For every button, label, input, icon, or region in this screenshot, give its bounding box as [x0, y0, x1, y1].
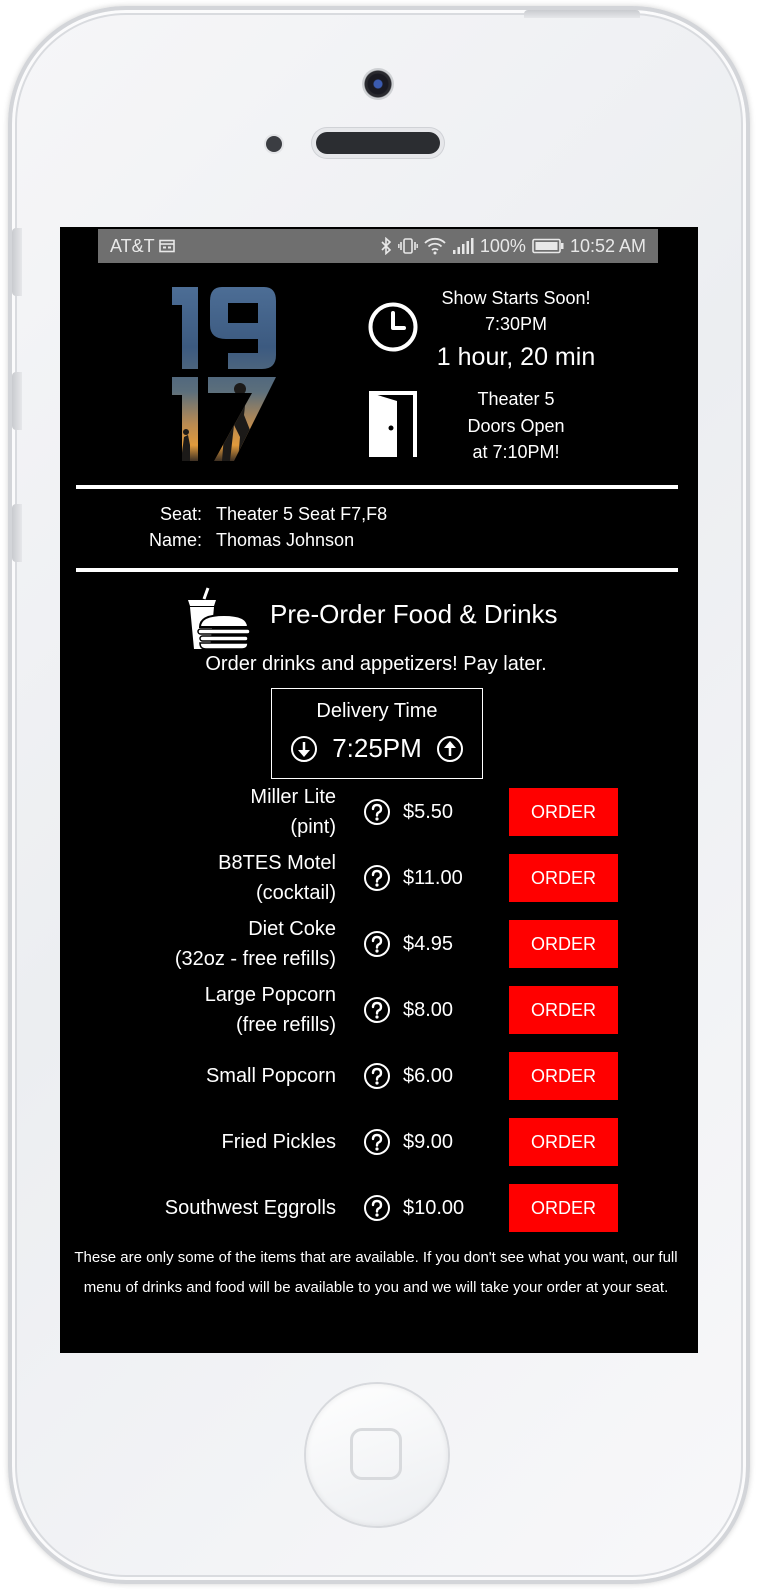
- preorder-subtitle: Order drinks and appetizers! Pay later.: [205, 653, 547, 675]
- menu-item-title: Diet Coke: [248, 918, 336, 940]
- signal-icon: [452, 238, 474, 254]
- name-value: Thomas Johnson: [216, 530, 355, 550]
- question-circle-icon[interactable]: [363, 1194, 391, 1222]
- doors-open-time: at 7:10PM!: [472, 442, 560, 462]
- show-time: 7:30PM: [484, 314, 548, 334]
- divider: [76, 568, 678, 572]
- menu-item-name: Southwest Eggrolls: [165, 1180, 336, 1236]
- menu-item-price: $6.00: [403, 1065, 454, 1087]
- show-info: Show Starts Soon! 7:30PM 1 hour, 20 min: [410, 285, 622, 375]
- order-button[interactable]: ORDER: [509, 1052, 618, 1100]
- order-button[interactable]: ORDER: [509, 920, 618, 968]
- preorder-title: Pre-Order Food & Drinks: [270, 599, 558, 629]
- menu-item-title: Fried Pickles: [221, 1131, 336, 1153]
- menu-item-price: $5.50: [403, 801, 454, 823]
- question-circle-icon[interactable]: [363, 996, 391, 1024]
- theater-number: Theater 5: [477, 389, 555, 409]
- menu-item-price: $8.00: [403, 999, 454, 1021]
- vibrate-icon: [397, 238, 418, 254]
- proximity-sensor: [266, 136, 282, 152]
- calendar-icon: [158, 239, 175, 253]
- show-status-text: Show Starts Soon!: [441, 288, 591, 308]
- earpiece-speaker: [316, 132, 440, 154]
- menu-item: Small Popcorn $6.00 ORDER: [60, 1048, 698, 1104]
- menu-item-detail: (cocktail): [255, 882, 336, 904]
- seat-row: Seat: Theater 5 Seat F7,F8: [60, 501, 387, 527]
- order-button[interactable]: ORDER: [509, 1184, 618, 1232]
- menu-item-title: Large Popcorn: [204, 984, 336, 1006]
- delivery-time-label: Delivery Time: [316, 700, 438, 722]
- carrier-label: AT&T: [110, 235, 155, 256]
- app-screen: AT&T 100% 10:52 AM Show Starts Soon! 7:3…: [60, 227, 698, 1353]
- order-button[interactable]: ORDER: [509, 788, 618, 836]
- question-circle-icon[interactable]: [363, 1062, 391, 1090]
- food-drink-icon: [188, 587, 250, 650]
- order-button[interactable]: ORDER: [509, 1118, 618, 1166]
- menu-item-name: Small Popcorn: [206, 1048, 336, 1104]
- door-icon: [369, 391, 417, 457]
- menu-item-price: $9.00: [403, 1131, 454, 1153]
- seat-value: Theater 5 Seat F7,F8: [216, 504, 388, 524]
- name-label: Name:: [148, 530, 202, 550]
- menu-item: Large Popcorn (free refills) $8.00 ORDER: [60, 982, 698, 1038]
- bluetooth-icon: [381, 237, 392, 255]
- movie-poster-image: [172, 287, 276, 461]
- arrow-up-circle-icon[interactable]: [436, 735, 464, 763]
- doors-open-label: Doors Open: [467, 415, 565, 436]
- question-circle-icon[interactable]: [363, 1128, 391, 1156]
- menu-item-name: Diet Coke (32oz - free refills): [175, 916, 336, 972]
- menu-item-name: Large Popcorn (free refills): [205, 982, 336, 1038]
- menu-item: Southwest Eggrolls $10.00 ORDER: [60, 1180, 698, 1236]
- menu-item-price: $10.00: [403, 1197, 465, 1219]
- menu-item-title: Small Popcorn: [205, 1065, 336, 1087]
- menu-item-price: $4.95: [403, 933, 454, 955]
- menu-item-title: Miller Lite: [250, 786, 336, 808]
- home-square-icon: [350, 1428, 402, 1480]
- divider: [76, 485, 678, 489]
- menu-item: Diet Coke (32oz - free refills) $4.95 ORDER: [60, 916, 698, 972]
- menu-item-detail: (32oz - free refills): [174, 948, 336, 970]
- show-countdown: 1 hour, 20 min: [436, 343, 596, 371]
- menu-item: Miller Lite (pint) $5.50 ORDER: [60, 784, 698, 840]
- order-button[interactable]: ORDER: [509, 986, 618, 1034]
- question-circle-icon[interactable]: [363, 798, 391, 826]
- mute-switch[interactable]: [12, 228, 22, 296]
- arrow-down-circle-icon[interactable]: [290, 735, 318, 763]
- menu-item-detail: (pint): [290, 816, 336, 838]
- delivery-time-value: 7:25PM: [332, 733, 422, 763]
- power-button[interactable]: [524, 10, 640, 18]
- front-camera: [362, 68, 394, 100]
- delivery-time-picker: Delivery Time 7:25PM: [271, 688, 483, 779]
- menu-item-name: Miller Lite (pint): [250, 784, 336, 840]
- name-row: Name: Thomas Johnson: [60, 527, 354, 553]
- question-circle-icon[interactable]: [363, 864, 391, 892]
- wifi-icon: [424, 237, 446, 255]
- order-button[interactable]: ORDER: [509, 854, 618, 902]
- menu-item-title: B8TES Motel: [218, 852, 336, 874]
- battery-icon: [532, 238, 564, 254]
- menu-item: Fried Pickles $9.00 ORDER: [60, 1114, 698, 1170]
- menu-item-detail: (free refills): [235, 1014, 336, 1036]
- theater-info: Theater 5 Doors Open at 7:10PM!: [440, 386, 592, 466]
- menu-item-price: $11.00: [403, 867, 463, 889]
- menu-item: B8TES Motel (cocktail) $11.00 ORDER: [60, 850, 698, 906]
- menu-item-title: Southwest Eggrolls: [164, 1197, 336, 1219]
- status-bar: AT&T 100% 10:52 AM: [98, 229, 658, 263]
- seat-label: Seat:: [159, 504, 202, 524]
- footer-note: These are only some of the items that ar…: [74, 1249, 678, 1296]
- battery-percent: 100%: [479, 235, 526, 256]
- question-circle-icon[interactable]: [363, 930, 391, 958]
- home-button[interactable]: [306, 1384, 448, 1526]
- status-time: 10:52 AM: [569, 235, 646, 256]
- volume-up-button[interactable]: [12, 372, 22, 430]
- volume-down-button[interactable]: [12, 504, 22, 562]
- menu-item-name: B8TES Motel (cocktail): [218, 850, 336, 906]
- menu-item-name: Fried Pickles: [222, 1114, 336, 1170]
